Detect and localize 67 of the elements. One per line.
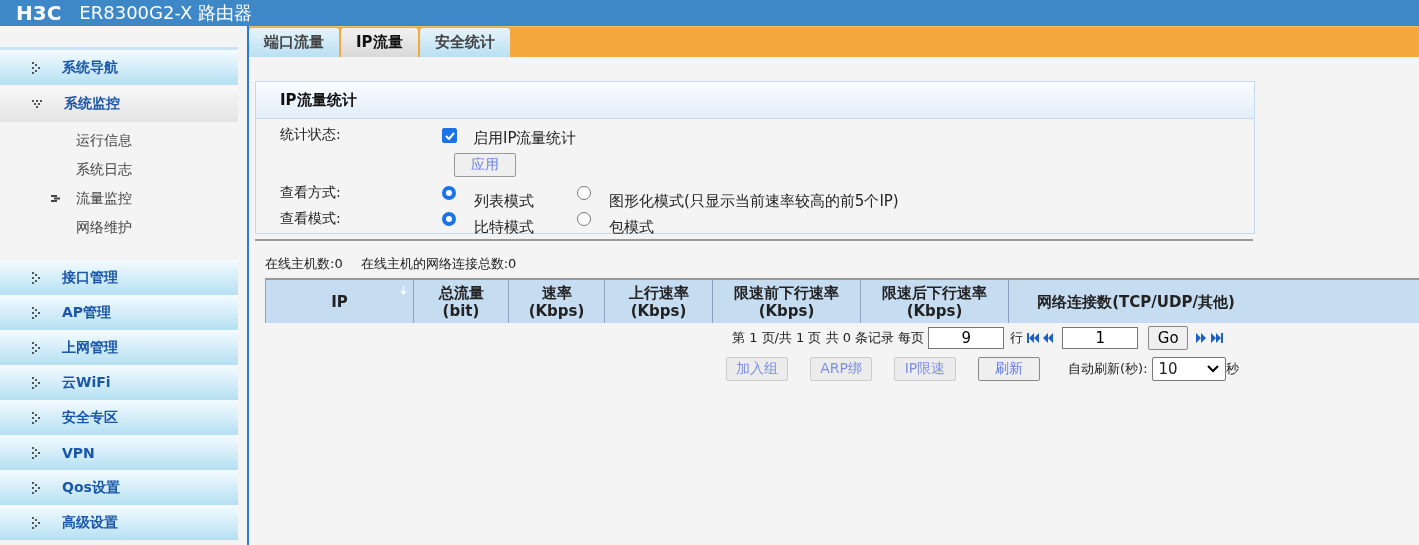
radio-label: 图形化模式(只显示当前速率较高的前5个IP) <box>609 192 899 211</box>
radio-button[interactable] <box>577 212 591 226</box>
chevron-icon <box>32 61 42 74</box>
checkbox-label: 启用IP流量统计 <box>473 129 577 148</box>
sidebar-item[interactable]: 系统导航 <box>0 47 238 85</box>
sidebar-subitem[interactable]: 网络维护 <box>76 218 132 237</box>
sidebar-subitem[interactable]: 系统日志 <box>76 160 132 179</box>
next-page-icon[interactable] <box>1196 333 1208 343</box>
radio-label: 列表模式 <box>474 192 534 211</box>
action-button[interactable]: 刷新 <box>978 357 1040 381</box>
radio-button[interactable] <box>442 212 456 226</box>
logo: H3C <box>16 1 62 25</box>
panel-title: IP流量统计 <box>256 82 1254 119</box>
sidebar-subitem[interactable]: 运行信息 <box>76 131 132 150</box>
rows-per-page-field[interactable]: 9 <box>928 327 1005 349</box>
tab[interactable]: IP流量 <box>341 28 418 57</box>
auto-refresh-label: 自动刷新(秒): <box>1068 360 1148 378</box>
dropdown-icon <box>1206 365 1219 373</box>
chevron-icon <box>32 481 42 494</box>
field-label: 统计状态: <box>280 126 342 144</box>
stat-text: 在线主机数:0 <box>265 255 343 273</box>
chevron-icon <box>32 341 42 354</box>
sidebar-item[interactable]: 云WiFi <box>0 365 238 400</box>
chevron-icon <box>32 376 42 389</box>
page-field[interactable]: 1 <box>1062 327 1139 349</box>
radio-button[interactable] <box>442 186 456 200</box>
sidebar-item[interactable]: 接口管理 <box>0 260 238 295</box>
radio-label: 包模式 <box>609 218 654 237</box>
field-label: 查看模式: <box>280 210 342 228</box>
sidebar-item[interactable]: 安全专区 <box>0 400 238 435</box>
radio-button[interactable] <box>577 186 591 200</box>
chevron-icon <box>32 271 42 284</box>
tab[interactable]: 安全统计 <box>419 28 510 57</box>
auto-refresh-select[interactable]: 10 <box>1151 357 1226 381</box>
column-header[interactable]: 总流量 (bit) <box>413 280 508 323</box>
sidebar-item[interactable]: VPN <box>0 435 238 470</box>
sidebar-item[interactable]: 上网管理 <box>0 330 238 365</box>
column-header[interactable]: IP <box>265 280 413 323</box>
sidebar-item[interactable]: AP管理 <box>0 295 238 330</box>
sidebar-item[interactable]: 高级设置 <box>0 505 238 540</box>
column-header[interactable]: 限速后下行速率 (Kbps) <box>860 280 1008 323</box>
sidebar-subitem[interactable]: 流量监控 <box>76 189 132 208</box>
page-summary: 第 1 页/共 1 页 共 0 条记录 每页 <box>732 329 925 347</box>
checkbox[interactable] <box>442 128 457 143</box>
chevron-icon <box>32 516 42 529</box>
chevron-icon <box>32 411 42 424</box>
radio-label: 比特模式 <box>474 218 534 237</box>
column-header[interactable]: 限速前下行速率 (Kbps) <box>712 280 860 323</box>
previous-page-icon[interactable] <box>1043 333 1055 343</box>
expand-icon <box>32 99 44 108</box>
rows-unit: 行 <box>1010 329 1024 347</box>
sidebar-item[interactable]: Qos设置 <box>0 470 238 505</box>
stat-text: 在线主机的网络连接总数:0 <box>360 255 517 273</box>
column-header[interactable]: 网络连接数(TCP/UDP/其他) <box>1008 280 1263 323</box>
sort-icon <box>400 286 407 295</box>
window-title: ER8300G2-X 路由器 <box>79 1 253 25</box>
chevron-icon <box>32 306 42 319</box>
column-header[interactable]: 上行速率 (Kbps) <box>604 280 712 323</box>
last-page-icon[interactable] <box>1211 333 1224 343</box>
field-label: 查看方式: <box>280 184 342 202</box>
go-button[interactable]: Go <box>1148 326 1189 350</box>
sidebar-item[interactable]: 系统监控 <box>0 85 238 122</box>
tab[interactable]: 端口流量 <box>249 28 339 57</box>
column-header[interactable]: 速率 (Kbps) <box>508 280 604 323</box>
first-page-icon[interactable] <box>1027 333 1040 343</box>
auto-refresh-unit: 秒 <box>1225 360 1239 378</box>
chevron-icon <box>32 446 42 459</box>
